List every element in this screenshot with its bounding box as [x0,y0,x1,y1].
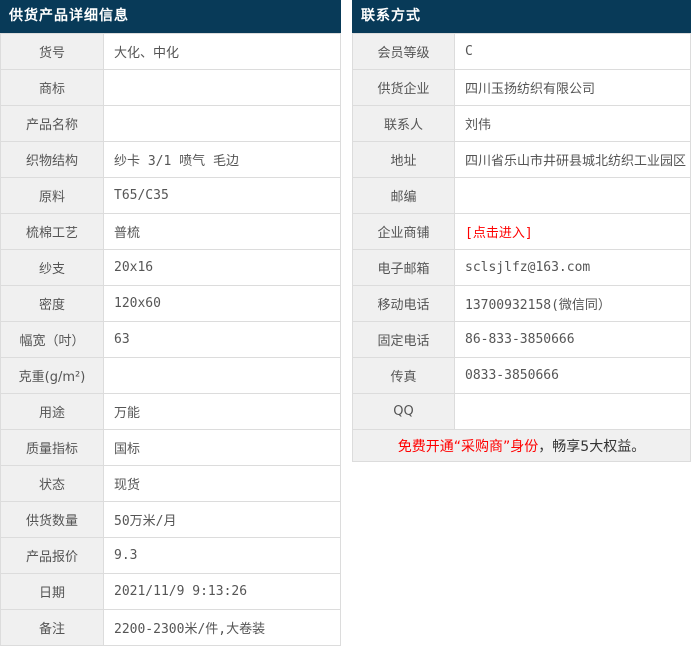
row-value: 13700932158(微信同） [454,285,691,322]
row-value: 四川省乐山市井研县城北纺织工业园区 [454,141,691,178]
row-label: 日期 [0,573,104,610]
row-label: 供货企业 [352,69,455,106]
row-label: 邮编 [352,177,455,214]
table-row: 会员等级 C [352,33,691,70]
table-row: 梳棉工艺 普梳 [0,213,341,250]
contact-panel-title: 联系方式 [352,0,691,33]
row-label: 传真 [352,357,455,394]
row-value: 普梳 [103,213,341,250]
product-panel-title: 供货产品详细信息 [0,0,341,33]
row-value: 86-833-3850666 [454,321,691,358]
row-label: 固定电话 [352,321,455,358]
row-value [103,105,341,142]
row-value: T65/C35 [103,177,341,214]
table-row: 联系人 刘伟 [352,105,691,142]
promo-notice-row: 免费开通“采购商”身份，畅享5大权益。 [352,429,691,462]
table-row: 固定电话 86-833-3850666 [352,321,691,358]
row-value [103,69,341,106]
table-row: 日期 2021/11/9 9:13:26 [0,573,341,610]
table-row: 幅宽（吋） 63 [0,321,341,358]
table-row: 邮编 [352,177,691,214]
table-row: 产品名称 [0,105,341,142]
row-value: 0833-3850666 [454,357,691,394]
promo-notice-text: ，畅享5大权益。 [538,438,646,455]
row-label: 企业商铺 [352,213,455,250]
row-value: 2200-2300米/件,大卷装 [103,609,341,646]
table-row: 供货企业 四川玉扬纺织有限公司 [352,69,691,106]
table-row: 原料 T65/C35 [0,177,341,214]
row-value [454,393,691,430]
table-row: 织物结构 纱卡 3/1 喷气 毛边 [0,141,341,178]
row-label: 备注 [0,609,104,646]
row-value: 纱卡 3/1 喷气 毛边 [103,141,341,178]
row-value: 现货 [103,465,341,502]
product-table: 货号 大化、中化 商标 产品名称 织物结构 纱卡 3/1 喷气 毛边 原料 T6… [0,33,341,646]
row-label: 密度 [0,285,104,322]
row-value: 2021/11/9 9:13:26 [103,573,341,610]
row-label: 产品名称 [0,105,104,142]
table-row: 传真 0833-3850666 [352,357,691,394]
row-label: 幅宽（吋） [0,321,104,358]
table-row: 移动电话 13700932158(微信同） [352,285,691,322]
page: 供货产品详细信息 货号 大化、中化 商标 产品名称 织物结构 纱卡 3/1 喷气… [0,0,696,666]
row-value: 大化、中化 [103,33,341,70]
row-value: 万能 [103,393,341,430]
row-label: 用途 [0,393,104,430]
row-label: 状态 [0,465,104,502]
row-value [454,177,691,214]
row-label: QQ [352,393,455,430]
row-value: C [454,33,691,70]
promo-notice: 免费开通“采购商”身份，畅享5大权益。 [352,429,691,462]
table-row: 克重(g/m²) [0,357,341,394]
row-label: 电子邮箱 [352,249,455,286]
table-row: 用途 万能 [0,393,341,430]
row-value: 刘伟 [454,105,691,142]
row-label: 纱支 [0,249,104,286]
table-row: 质量指标 国标 [0,429,341,466]
promo-notice-link[interactable]: 免费开通“采购商”身份 [398,439,539,455]
row-value: 20x16 [103,249,341,286]
row-value: 9.3 [103,537,341,574]
row-value: 63 [103,321,341,358]
table-row: QQ [352,393,691,430]
row-label: 会员等级 [352,33,455,70]
contact-panel: 联系方式 会员等级 C 供货企业 四川玉扬纺织有限公司 联系人 刘伟 地址 四川… [352,0,691,462]
row-value: 国标 [103,429,341,466]
table-row: 供货数量 50万米/月 [0,501,341,538]
row-value: 50万米/月 [103,501,341,538]
table-row: 密度 120x60 [0,285,341,322]
row-label: 原料 [0,177,104,214]
table-row: 产品报价 9.3 [0,537,341,574]
table-row: 电子邮箱 sclsjlfz@163.com [352,249,691,286]
table-row: 商标 [0,69,341,106]
row-value: 120x60 [103,285,341,322]
row-label: 克重(g/m²) [0,357,104,394]
row-label: 供货数量 [0,501,104,538]
shop-enter-link[interactable]: [点击进入] [454,213,691,250]
row-value: 四川玉扬纺织有限公司 [454,69,691,106]
row-label: 产品报价 [0,537,104,574]
row-value: sclsjlfz@163.com [454,249,691,286]
row-label: 质量指标 [0,429,104,466]
table-row: 纱支 20x16 [0,249,341,286]
row-label: 梳棉工艺 [0,213,104,250]
table-row: 货号 大化、中化 [0,33,341,70]
row-label: 织物结构 [0,141,104,178]
row-label: 货号 [0,33,104,70]
row-label: 地址 [352,141,455,178]
table-row: 状态 现货 [0,465,341,502]
row-label: 联系人 [352,105,455,142]
table-row: 备注 2200-2300米/件,大卷装 [0,609,341,646]
product-detail-panel: 供货产品详细信息 货号 大化、中化 商标 产品名称 织物结构 纱卡 3/1 喷气… [0,0,341,646]
table-row: 企业商铺 [点击进入] [352,213,691,250]
table-row: 地址 四川省乐山市井研县城北纺织工业园区 [352,141,691,178]
row-label: 商标 [0,69,104,106]
row-label: 移动电话 [352,285,455,322]
row-value [103,357,341,394]
contact-table: 会员等级 C 供货企业 四川玉扬纺织有限公司 联系人 刘伟 地址 四川省乐山市井… [352,33,691,462]
